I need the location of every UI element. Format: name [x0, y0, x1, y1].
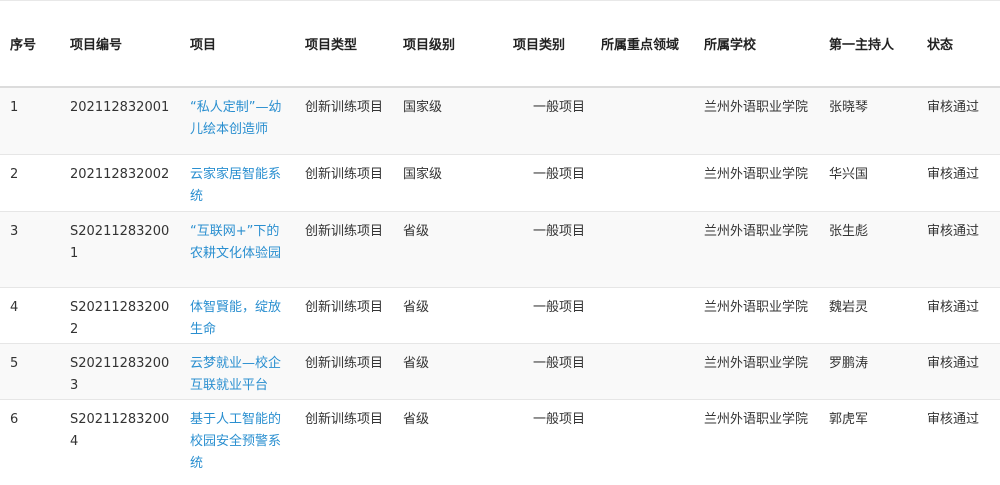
cell-level: 省级 — [393, 399, 491, 475]
cell-code: S202112832003 — [60, 343, 180, 400]
table-row: 6 S202112832004 基于人工智能的校园安全预警系统 创新训练项目 省… — [0, 399, 1000, 475]
cell-status: 审核通过 — [917, 86, 1000, 155]
project-link[interactable]: 云梦就业—校企互联就业平台 — [180, 343, 295, 400]
cell-type: 创新训练项目 — [295, 86, 393, 155]
cell-type: 创新训练项目 — [295, 211, 393, 288]
cell-index: 3 — [0, 211, 60, 288]
cell-host: 罗鹏涛 — [819, 343, 917, 400]
project-link[interactable]: “私人定制”—幼儿绘本创造师 — [180, 86, 295, 155]
table-header-row: 序号 项目编号 项目 项目类型 项目级别 项目类别 所属重点领域 所属学校 第一… — [0, 1, 1000, 88]
cell-field — [591, 86, 694, 155]
cell-status: 审核通过 — [917, 343, 1000, 400]
cell-category: 一般项目 — [491, 154, 591, 212]
cell-code: S202112832002 — [60, 287, 180, 344]
cell-category: 一般项目 — [491, 287, 591, 344]
cell-status: 审核通过 — [917, 399, 1000, 475]
cell-school: 兰州外语职业学院 — [694, 343, 819, 400]
cell-host: 魏岩灵 — [819, 287, 917, 344]
cell-status: 审核通过 — [917, 154, 1000, 212]
table-row: 1 202112832001 “私人定制”—幼儿绘本创造师 创新训练项目 国家级… — [0, 86, 1000, 155]
cell-field — [591, 287, 694, 344]
table-row: 3 S202112832001 “互联网+”下的农耕文化体验园 创新训练项目 省… — [0, 211, 1000, 288]
table-row: 5 S202112832003 云梦就业—校企互联就业平台 创新训练项目 省级 … — [0, 343, 1000, 400]
project-link[interactable]: 云家家居智能系统 — [180, 154, 295, 212]
cell-level: 国家级 — [393, 154, 491, 212]
cell-level: 省级 — [393, 211, 491, 288]
cell-field — [591, 399, 694, 475]
cell-category: 一般项目 — [491, 86, 591, 155]
table-row: 2 202112832002 云家家居智能系统 创新训练项目 国家级 一般项目 … — [0, 154, 1000, 212]
cell-index: 5 — [0, 343, 60, 400]
header-category: 项目类别 — [491, 1, 591, 88]
cell-status: 审核通过 — [917, 287, 1000, 344]
project-link[interactable]: 体智賢能，绽放生命 — [180, 287, 295, 344]
cell-level: 省级 — [393, 287, 491, 344]
cell-level: 省级 — [393, 343, 491, 400]
header-school: 所属学校 — [694, 1, 819, 88]
table-row: 4 S202112832002 体智賢能，绽放生命 创新训练项目 省级 一般项目… — [0, 287, 1000, 344]
header-host: 第一主持人 — [819, 1, 917, 88]
cell-category: 一般项目 — [491, 343, 591, 400]
cell-school: 兰州外语职业学院 — [694, 154, 819, 212]
cell-host: 华兴国 — [819, 154, 917, 212]
cell-school: 兰州外语职业学院 — [694, 287, 819, 344]
project-link[interactable]: “互联网+”下的农耕文化体验园 — [180, 211, 295, 288]
cell-school: 兰州外语职业学院 — [694, 211, 819, 288]
cell-category: 一般项目 — [491, 399, 591, 475]
cell-code: 202112832001 — [60, 86, 180, 155]
cell-host: 张晓琴 — [819, 86, 917, 155]
header-status: 状态 — [917, 1, 1000, 88]
cell-host: 张生彪 — [819, 211, 917, 288]
header-index: 序号 — [0, 1, 60, 88]
cell-type: 创新训练项目 — [295, 343, 393, 400]
header-level: 项目级别 — [393, 1, 491, 88]
cell-index: 2 — [0, 154, 60, 212]
header-field: 所属重点领域 — [591, 1, 694, 88]
cell-type: 创新训练项目 — [295, 399, 393, 475]
cell-type: 创新训练项目 — [295, 287, 393, 344]
cell-school: 兰州外语职业学院 — [694, 399, 819, 475]
cell-type: 创新训练项目 — [295, 154, 393, 212]
cell-status: 审核通过 — [917, 211, 1000, 288]
cell-category: 一般项目 — [491, 211, 591, 288]
project-link[interactable]: 基于人工智能的校园安全预警系统 — [180, 399, 295, 475]
header-code: 项目编号 — [60, 1, 180, 88]
cell-level: 国家级 — [393, 86, 491, 155]
cell-field — [591, 343, 694, 400]
cell-host: 郭虎军 — [819, 399, 917, 475]
project-table: 序号 项目编号 项目 项目类型 项目级别 项目类别 所属重点领域 所属学校 第一… — [0, 1, 1000, 475]
cell-index: 1 — [0, 86, 60, 155]
cell-code: 202112832002 — [60, 154, 180, 212]
cell-field — [591, 154, 694, 212]
cell-index: 4 — [0, 287, 60, 344]
cell-field — [591, 211, 694, 288]
header-project: 项目 — [180, 1, 295, 88]
cell-school: 兰州外语职业学院 — [694, 86, 819, 155]
header-type: 项目类型 — [295, 1, 393, 88]
cell-index: 6 — [0, 399, 60, 475]
cell-code: S202112832004 — [60, 399, 180, 475]
cell-code: S202112832001 — [60, 211, 180, 288]
